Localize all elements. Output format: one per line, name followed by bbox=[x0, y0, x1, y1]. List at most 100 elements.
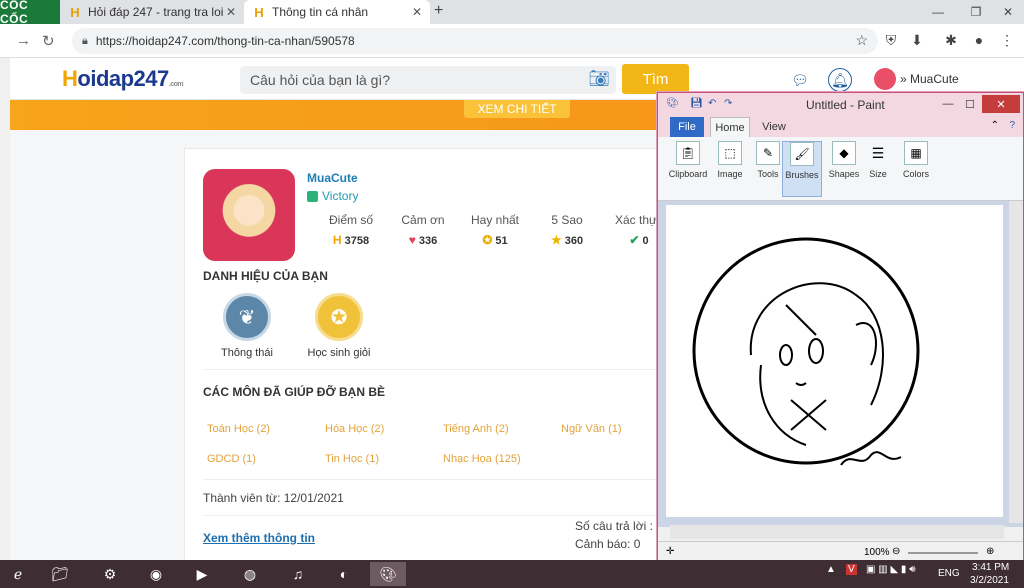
ribbon-colors[interactable]: ▦ Colors bbox=[896, 141, 936, 197]
extensions-puzzle-icon[interactable]: ✱ bbox=[942, 31, 960, 49]
more-info-link[interactable]: Xem thêm thông tin bbox=[203, 531, 315, 545]
help-icon[interactable]: ? bbox=[1009, 120, 1015, 131]
member-since: Thành viên từ: 12/01/2021 bbox=[203, 491, 344, 505]
clock-time[interactable]: 3:41 PM bbox=[972, 562, 1009, 573]
clock-date[interactable]: 3/2/2021 bbox=[970, 575, 1009, 586]
brush-icon: 🖌︎ bbox=[790, 142, 814, 166]
coccoc-logo[interactable]: CỐC CỐC bbox=[0, 0, 60, 26]
star-icon: ★ bbox=[550, 233, 562, 247]
drawing-svg bbox=[692, 237, 920, 466]
paint-app-icon[interactable]: 🎨︎ bbox=[666, 98, 679, 110]
media-icon[interactable]: ◉ bbox=[138, 562, 174, 586]
drawn-mouth bbox=[795, 382, 807, 386]
subject-link[interactable]: Hóa Học (2) bbox=[325, 423, 384, 435]
subject-link[interactable]: Tin Học (1) bbox=[325, 453, 379, 465]
titles-heading: DANH HIỆU CỦA BẠN bbox=[203, 269, 328, 283]
ribbon-brushes[interactable]: 🖌︎ Brushes bbox=[782, 141, 822, 197]
rank-badge: Victory bbox=[307, 189, 358, 203]
ribbon-clipboard[interactable]: 📋︎ Clipboard bbox=[668, 141, 708, 197]
app-icon[interactable]: ⚙ bbox=[92, 562, 128, 586]
ie-icon[interactable]: ℯ bbox=[0, 562, 36, 586]
address-bar[interactable]: 🔒︎ https://hoidap247.com/thong-tin-ca-nh… bbox=[72, 28, 878, 54]
tools-icon: ✎ bbox=[756, 141, 780, 165]
tray-icons[interactable]: ▣ ▥ ◣ ▮ 🔊︎ bbox=[866, 564, 916, 575]
zoom-in-button[interactable]: ⊕ bbox=[986, 546, 994, 557]
close-icon[interactable]: ✕ bbox=[412, 5, 422, 19]
tab-profile[interactable]: H Thông tin cá nhân ✕ bbox=[244, 0, 430, 24]
account-icon[interactable]: ● bbox=[970, 31, 988, 49]
hoidap-favicon-icon: H bbox=[254, 4, 264, 20]
drawn-headphone bbox=[855, 322, 877, 366]
header-username[interactable]: » MuaCute bbox=[900, 72, 959, 86]
extension-badge-icon[interactable]: ⛨ bbox=[882, 31, 900, 49]
search-input[interactable]: Câu hỏi của bạn là gì? 📷︎ bbox=[240, 66, 616, 94]
tray-arrow-icon[interactable]: ▲ bbox=[826, 564, 836, 575]
subject-link[interactable]: Toán Học (2) bbox=[207, 423, 270, 435]
maximize-icon[interactable]: ☐ bbox=[960, 95, 980, 113]
medal-icon: ✪ bbox=[482, 233, 493, 247]
zoom-out-button[interactable]: ⊖ bbox=[892, 546, 900, 557]
minimize-icon[interactable]: — bbox=[938, 95, 958, 113]
avatar[interactable] bbox=[874, 68, 896, 90]
new-tab-button[interactable]: + bbox=[434, 2, 443, 20]
lock-icon: 🔒︎ bbox=[82, 34, 88, 47]
tab-hoidap[interactable]: H Hỏi đáp 247 - trang tra loi ✕ bbox=[60, 0, 244, 24]
zoom-slider[interactable] bbox=[908, 552, 978, 554]
tab-file[interactable]: File bbox=[670, 117, 704, 137]
close-icon[interactable]: ✕ bbox=[982, 95, 1020, 113]
gold-medal-icon: ✪ bbox=[315, 293, 363, 341]
music-icon[interactable]: ♫ bbox=[280, 562, 316, 586]
hoidap-favicon-icon: H bbox=[70, 4, 80, 20]
notification-bell-icon[interactable]: 🔔︎ bbox=[828, 68, 852, 92]
reload-icon[interactable]: ↻ bbox=[42, 32, 55, 50]
drawn-hair bbox=[759, 364, 807, 446]
chat-icon[interactable]: 💬︎ bbox=[788, 68, 812, 92]
minimize-icon[interactable]: — bbox=[926, 0, 950, 24]
tray-app-icon[interactable]: V bbox=[846, 564, 857, 575]
stat-thanks: Cảm ơn ♥ 336 bbox=[401, 213, 445, 247]
menu-kebab-icon[interactable]: ⋮ bbox=[998, 31, 1016, 49]
paint-taskbar-icon[interactable]: 🎨︎ bbox=[370, 562, 406, 586]
redo-icon[interactable]: ↷ bbox=[724, 98, 736, 110]
download-icon[interactable]: ⬇ bbox=[908, 31, 926, 49]
title-smart[interactable]: ❦ Thông thái bbox=[215, 293, 279, 359]
ribbon-size[interactable]: ☰ Size bbox=[858, 141, 898, 197]
tab-view[interactable]: View bbox=[758, 117, 790, 137]
title-excellent-student[interactable]: ✪ Học sinh giỏi bbox=[307, 293, 371, 359]
vertical-scrollbar[interactable] bbox=[1009, 201, 1023, 523]
subject-link[interactable]: Nhạc Họa (125) bbox=[443, 453, 521, 465]
subject-link[interactable]: Ngữ Văn (1) bbox=[561, 423, 622, 435]
drawn-fringe bbox=[785, 304, 817, 336]
file-explorer-icon[interactable]: 📁︎ bbox=[42, 562, 78, 586]
profile-avatar bbox=[203, 169, 295, 261]
profile-card: MuaCute Victory Điểm số H 3758 Cảm ơn ♥ 33… bbox=[184, 148, 704, 560]
tab-home[interactable]: Home bbox=[710, 117, 750, 137]
paint-titlebar[interactable]: 🎨︎ 💾︎ ↶ ↷ Untitled - Paint — ☐ ✕ bbox=[658, 93, 1023, 117]
paint-window[interactable]: 🎨︎ 💾︎ ↶ ↷ Untitled - Paint — ☐ ✕ File Ho… bbox=[657, 92, 1024, 564]
search-button[interactable]: Tìm bbox=[622, 64, 689, 94]
input-language[interactable]: ENG bbox=[938, 568, 960, 579]
drawing-canvas[interactable] bbox=[666, 205, 1003, 517]
video-icon[interactable]: ▶ bbox=[184, 562, 220, 586]
stat-score: Điểm số H 3758 bbox=[328, 213, 373, 247]
drawn-ribbon bbox=[790, 399, 827, 431]
save-icon[interactable]: 💾︎ bbox=[690, 98, 703, 110]
forward-icon[interactable]: → bbox=[16, 32, 31, 49]
hoidap247-logo[interactable]: Hoidap247.com bbox=[62, 66, 184, 92]
coccoc-browser-icon[interactable]: ◐ bbox=[326, 562, 362, 586]
profile-name[interactable]: MuaCute bbox=[307, 171, 358, 185]
restore-icon[interactable]: ❐ bbox=[964, 0, 988, 24]
recorder-icon[interactable]: ◍ bbox=[232, 562, 268, 586]
banner-details-button[interactable]: XEM CHI TIẾT bbox=[464, 100, 570, 118]
bookmark-star-icon[interactable]: ☆ bbox=[855, 32, 868, 49]
undo-icon[interactable]: ↶ bbox=[708, 98, 720, 110]
camera-icon[interactable]: 📷︎ bbox=[588, 69, 610, 89]
subject-link[interactable]: GDCD (1) bbox=[207, 453, 256, 465]
window-close-icon[interactable]: ✕ bbox=[996, 0, 1020, 24]
close-icon[interactable]: ✕ bbox=[226, 5, 236, 19]
subject-link[interactable]: Tiếng Anh (2) bbox=[443, 423, 509, 435]
tab-title: Hỏi đáp 247 - trang tra loi bbox=[88, 5, 224, 19]
collapse-ribbon-icon[interactable]: ⌃ bbox=[991, 120, 999, 131]
ribbon-image[interactable]: ⬚ Image bbox=[710, 141, 750, 197]
horizontal-scrollbar[interactable] bbox=[670, 525, 1004, 539]
